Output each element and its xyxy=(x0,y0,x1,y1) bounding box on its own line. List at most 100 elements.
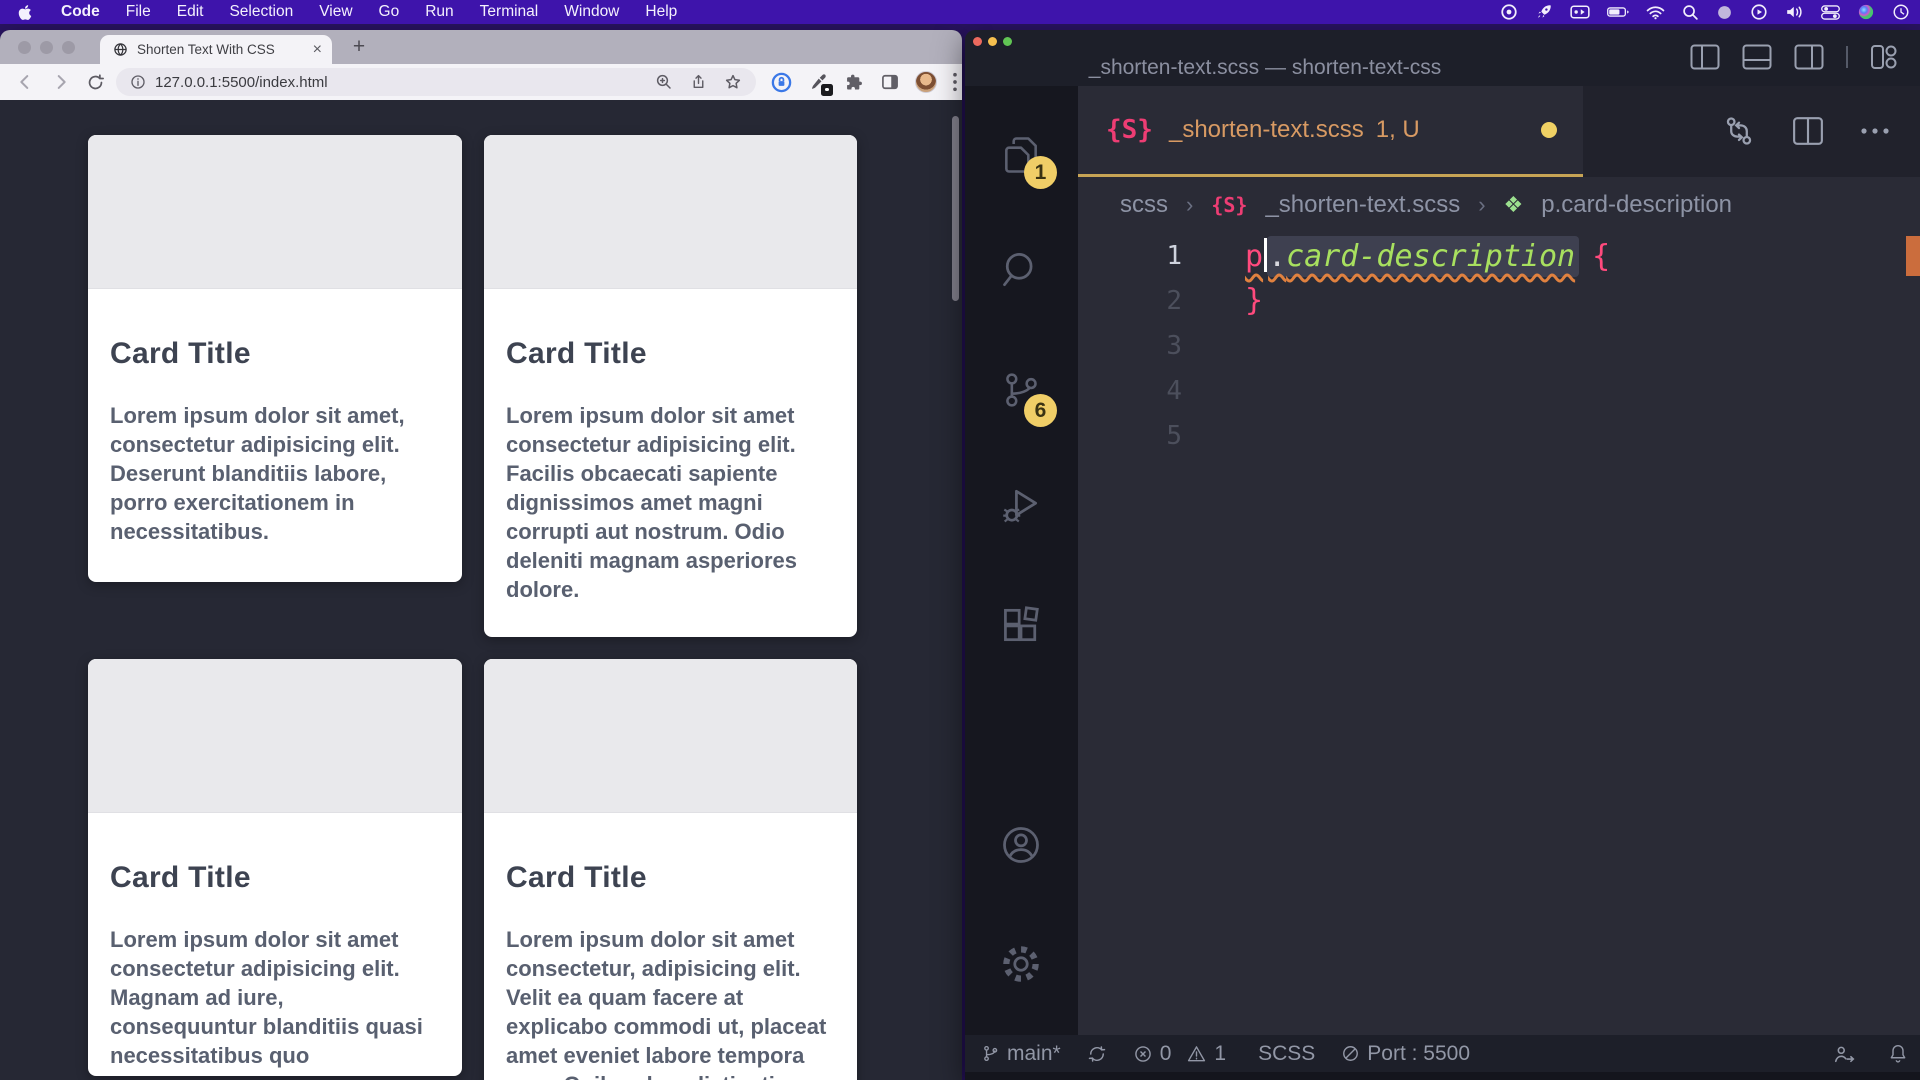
reload-icon[interactable] xyxy=(86,73,105,92)
unsaved-dot-icon[interactable] xyxy=(1541,122,1557,138)
code-editor[interactable]: 1 p.card-description{ 2 } 3 4 5 xyxy=(1078,233,1920,1035)
dnd-icon[interactable] xyxy=(1716,4,1733,21)
vscode-minimize-button[interactable] xyxy=(988,37,997,46)
menu-run[interactable]: Run xyxy=(412,3,466,21)
code-line-1: 1 p.card-description{ xyxy=(1078,233,1920,278)
forward-icon[interactable] xyxy=(50,71,72,93)
browser-toolbar: 127.0.0.1:5500/index.html xyxy=(0,64,962,100)
menu-view[interactable]: View xyxy=(306,3,365,21)
url-text[interactable]: 127.0.0.1:5500/index.html xyxy=(155,74,655,91)
menu-edit[interactable]: Edit xyxy=(164,3,217,21)
site-info-icon[interactable] xyxy=(130,74,146,90)
extensions-puzzle-icon[interactable] xyxy=(844,72,865,93)
problems-status[interactable]: 0 1 xyxy=(1133,1042,1226,1066)
card-4-title: Card Title xyxy=(506,861,831,895)
sync-changes-button[interactable] xyxy=(1087,1044,1107,1064)
language-mode[interactable]: SCSS xyxy=(1258,1042,1315,1066)
titlebar-divider xyxy=(1846,44,1848,70)
git-branch-icon xyxy=(981,1043,1000,1064)
globe-favicon xyxy=(113,42,128,57)
more-actions-icon[interactable] xyxy=(1860,127,1890,135)
screen-mirror-icon[interactable] xyxy=(1570,4,1590,20)
tab-close-icon[interactable]: × xyxy=(313,42,322,58)
menu-selection[interactable]: Selection xyxy=(216,3,306,21)
menu-window[interactable]: Window xyxy=(551,3,632,21)
browser-zoom-button[interactable] xyxy=(62,41,75,54)
card-4-text: Lorem ipsum dolor sit amet consectetur, … xyxy=(506,925,831,1080)
record-icon[interactable] xyxy=(1500,3,1518,21)
circle-slash-icon xyxy=(1341,1044,1360,1063)
class-dot-token: . xyxy=(1268,239,1286,274)
feedback-icon[interactable] xyxy=(1832,1043,1856,1065)
menu-go[interactable]: Go xyxy=(366,3,413,21)
menu-terminal[interactable]: Terminal xyxy=(467,3,552,21)
settings-gear-icon[interactable] xyxy=(999,942,1043,986)
color-picker-icon[interactable] xyxy=(808,72,829,93)
clock-icon[interactable] xyxy=(1892,3,1910,21)
control-center-icon[interactable] xyxy=(1821,5,1840,20)
card-1: Card Title Lorem ipsum dolor sit amet, c… xyxy=(88,135,462,582)
scss-file-icon: {S} xyxy=(1106,115,1153,145)
vscode-zoom-button[interactable] xyxy=(1003,37,1012,46)
open-changes-icon[interactable] xyxy=(1722,114,1756,148)
play-circle-icon[interactable] xyxy=(1750,3,1768,21)
menu-app-name[interactable]: Code xyxy=(48,3,113,21)
notifications-bell-icon[interactable] xyxy=(1888,1043,1908,1065)
customize-layout-icon[interactable] xyxy=(1870,44,1898,70)
siri-icon[interactable] xyxy=(1857,3,1875,21)
breadcrumb-file[interactable]: _shorten-text.scss xyxy=(1265,191,1460,219)
zoom-icon[interactable] xyxy=(655,73,673,91)
bookmark-star-icon[interactable] xyxy=(724,73,742,91)
accounts-icon[interactable] xyxy=(999,823,1043,867)
card-1-title: Card Title xyxy=(110,337,436,371)
wifi-icon[interactable] xyxy=(1646,5,1665,20)
breadcrumb-folder[interactable]: scss xyxy=(1120,191,1168,219)
chevron-right-icon: › xyxy=(1478,192,1485,218)
web-page: Card Title Lorem ipsum dolor sit amet, c… xyxy=(0,100,962,1080)
toggle-sidebar-icon[interactable] xyxy=(1690,44,1720,70)
split-editor-icon[interactable] xyxy=(1792,116,1824,146)
rocket-icon[interactable] xyxy=(1535,3,1553,21)
browser-minimize-button[interactable] xyxy=(40,41,53,54)
toggle-panel-icon[interactable] xyxy=(1742,44,1772,70)
menu-file[interactable]: File xyxy=(113,3,164,21)
password-manager-icon[interactable] xyxy=(770,71,793,94)
share-icon[interactable] xyxy=(690,73,707,91)
browser-tab[interactable]: Shorten Text With CSS × xyxy=(100,35,332,64)
address-bar[interactable]: 127.0.0.1:5500/index.html xyxy=(116,68,756,96)
breadcrumb: scss › {S} _shorten-text.scss › ❖ p.card… xyxy=(1078,177,1920,233)
profile-avatar[interactable] xyxy=(915,71,937,93)
battery-icon[interactable] xyxy=(1607,6,1629,18)
class-name-token: card-description xyxy=(1286,239,1575,274)
breadcrumb-symbol[interactable]: p.card-description xyxy=(1541,191,1732,219)
live-server-status[interactable]: Port : 5500 xyxy=(1341,1042,1470,1066)
close-brace-token: } xyxy=(1245,283,1263,318)
back-icon[interactable] xyxy=(14,71,36,93)
editor-tab[interactable]: {S} _shorten-text.scss 1, U xyxy=(1078,86,1583,177)
line-number: 3 xyxy=(1078,331,1182,361)
toggle-secondary-sidebar-icon[interactable] xyxy=(1794,44,1824,70)
volume-icon[interactable] xyxy=(1785,4,1804,20)
page-scrollbar-thumb[interactable] xyxy=(952,116,959,301)
card-2-text: Lorem ipsum dolor sit amet consectetur a… xyxy=(506,401,831,604)
extension-icons xyxy=(770,64,958,100)
open-brace-token: { xyxy=(1592,239,1610,274)
search-sidebar-icon[interactable] xyxy=(999,248,1043,292)
new-tab-button[interactable]: + xyxy=(345,33,373,61)
extensions-icon[interactable] xyxy=(999,603,1043,647)
side-panel-icon[interactable] xyxy=(880,72,900,92)
vscode-close-button[interactable] xyxy=(973,37,982,46)
browser-menu-kebab-icon[interactable] xyxy=(952,72,958,92)
macos-menu-bar: Code File Edit Selection View Go Run Ter… xyxy=(0,0,1920,24)
explorer-badge: 1 xyxy=(1024,156,1057,189)
apple-menu-icon[interactable] xyxy=(0,4,48,21)
menu-help[interactable]: Help xyxy=(632,3,690,21)
git-branch-status[interactable]: main* xyxy=(981,1042,1061,1066)
browser-window: Shorten Text With CSS × + 127.0.0.1:5500… xyxy=(0,30,962,1080)
scss-file-icon: {S} xyxy=(1211,193,1247,217)
search-icon[interactable] xyxy=(1682,4,1699,21)
run-debug-icon[interactable] xyxy=(999,483,1043,527)
errors-icon xyxy=(1133,1044,1153,1064)
browser-close-button[interactable] xyxy=(18,41,31,54)
card-1-text: Lorem ipsum dolor sit amet, consectetur … xyxy=(110,401,436,546)
